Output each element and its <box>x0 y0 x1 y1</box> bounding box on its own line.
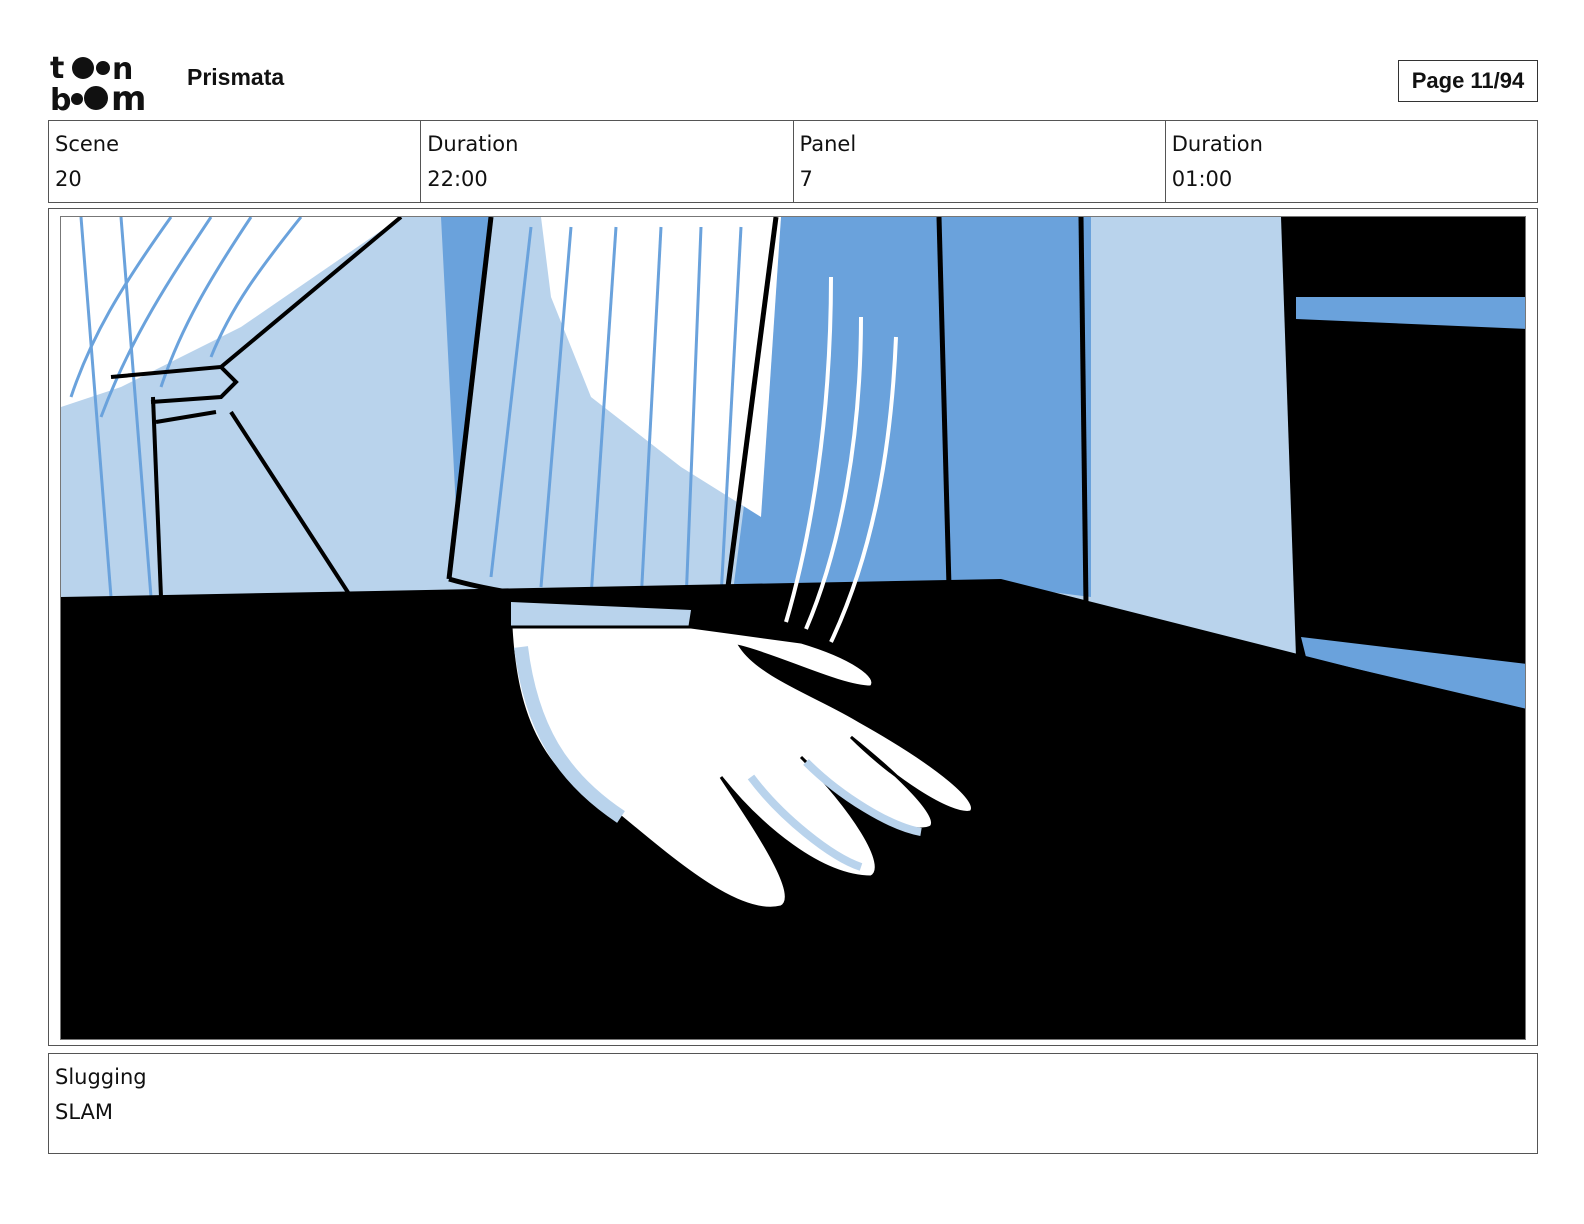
panel-duration-label: Duration <box>1171 132 1263 156</box>
panel-artwork <box>60 216 1526 1040</box>
svg-text:m: m <box>111 79 146 112</box>
scene-value: 20 <box>55 167 82 191</box>
panel-duration-cell: Duration 01:00 <box>1166 121 1537 202</box>
info-table: Scene 20 Duration 22:00 Panel 7 Duration… <box>48 120 1538 203</box>
scene-duration-cell: Duration 22:00 <box>421 121 794 202</box>
scene-cell: Scene 20 <box>49 121 422 202</box>
slugging-label: Slugging <box>55 1065 147 1089</box>
scene-label: Scene <box>55 132 120 156</box>
scene-duration-label: Duration <box>427 132 519 156</box>
project-title: Prismata <box>187 64 285 90</box>
scene-duration-value: 22:00 <box>427 167 488 191</box>
storyboard-drawing <box>61 217 1525 1039</box>
toon-boom-logo: t n b m <box>50 52 146 112</box>
panel-cell: Panel 7 <box>794 121 1166 202</box>
panel-duration-value: 01:00 <box>1171 167 1233 191</box>
svg-text:t: t <box>50 52 64 86</box>
slugging-box: Slugging SLAM <box>48 1053 1538 1154</box>
page-indicator: Page 11/94 <box>1398 60 1538 102</box>
slugging-value: SLAM <box>55 1100 113 1124</box>
panel-label: Panel <box>799 132 857 156</box>
svg-text:b: b <box>50 83 71 112</box>
panel-value: 7 <box>799 167 813 191</box>
